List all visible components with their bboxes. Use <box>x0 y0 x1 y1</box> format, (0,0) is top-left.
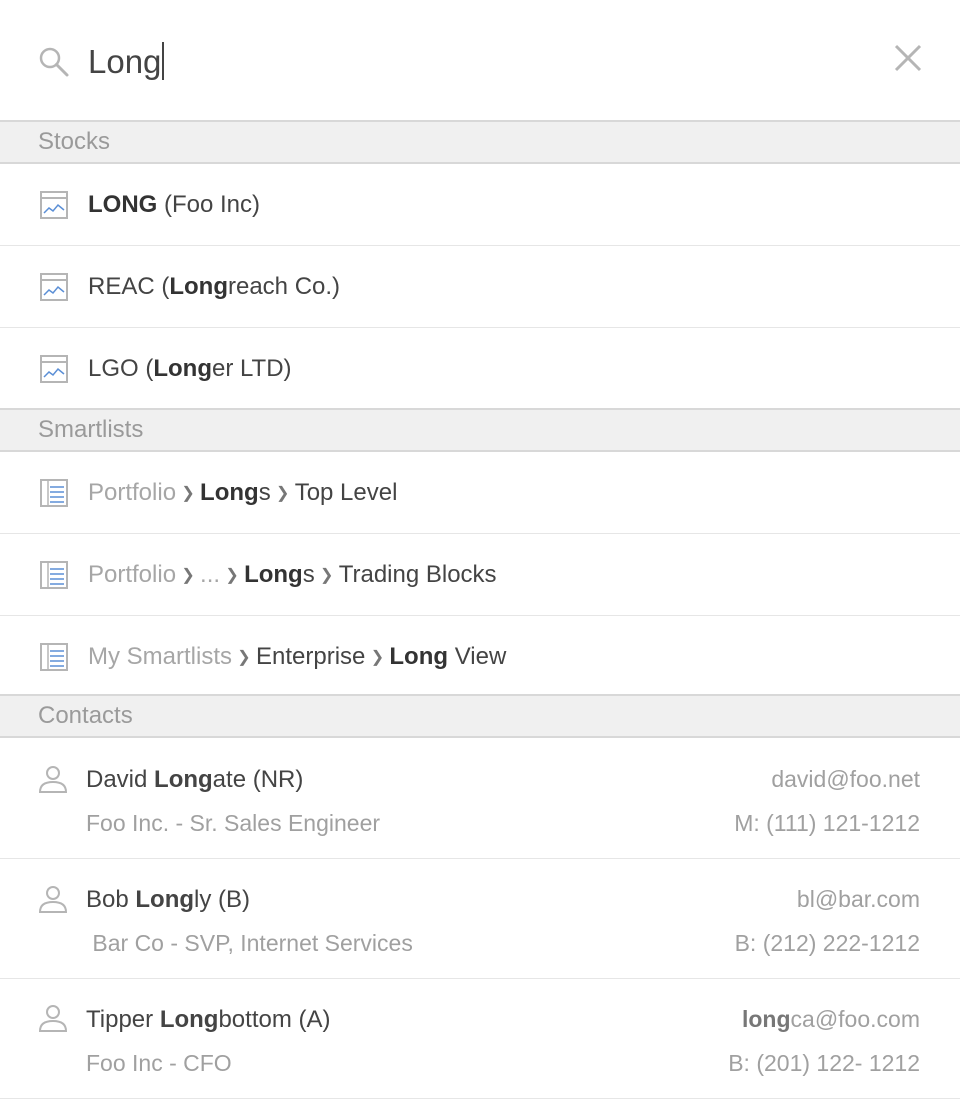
stock-label: REAC (Longreach Co.) <box>88 273 341 300</box>
smartlist-row[interactable]: Portfolio ❯... ❯ Longs ❯ Trading Blocks <box>0 534 960 616</box>
person-icon <box>38 886 68 913</box>
smartlist-row[interactable]: My Smartlists ❯ Enterprise ❯ Long View <box>0 616 960 698</box>
section-title: Contacts <box>38 702 133 729</box>
stock-row[interactable]: LGO (Longer LTD) <box>0 328 960 410</box>
stock-row[interactable]: LONG (Foo Inc) <box>0 164 960 246</box>
stock-row[interactable]: REAC (Longreach Co.) <box>0 246 960 328</box>
section-title: Stocks <box>38 128 111 155</box>
smartlist-breadcrumb: Portfolio ❯ Longs ❯ Top Level <box>88 479 398 506</box>
contact-email[interactable]: longca@foo.com <box>742 1006 920 1033</box>
contact-title: Foo Inc. - Sr. Sales Engineer <box>86 810 381 836</box>
search-icon <box>39 47 69 77</box>
contact-row[interactable]: David Longate (NR) Foo Inc. - Sr. Sales … <box>0 738 960 859</box>
chevron-right-icon: ❯ <box>275 485 290 502</box>
chevron-right-icon: ❯ <box>237 649 251 666</box>
list-icon <box>40 561 68 589</box>
chart-icon <box>40 355 68 383</box>
chevron-right-icon: ❯ <box>320 567 334 584</box>
contact-name: Tipper Longbottom (A) <box>86 1006 331 1033</box>
section-title: Smartlists <box>38 416 144 443</box>
smartlist-breadcrumb: My Smartlists ❯ Enterprise ❯ Long View <box>88 643 507 670</box>
stock-label: LONG (Foo Inc) <box>88 191 261 218</box>
chevron-right-icon: ❯ <box>181 567 195 584</box>
chevron-right-icon: ❯ <box>370 649 385 666</box>
text-caret <box>162 42 165 80</box>
chart-icon <box>40 191 68 219</box>
contact-phone[interactable]: B: (212) 222-1212 <box>735 930 920 957</box>
smartlist-breadcrumb: Portfolio ❯... ❯ Longs ❯ Trading Blocks <box>88 561 497 588</box>
contact-row[interactable]: Tipper Longbottom (A) Foo Inc - CFO long… <box>0 978 960 1099</box>
chevron-right-icon: ❯ <box>225 567 239 584</box>
smartlist-row[interactable]: Portfolio ❯ Longs ❯ Top Level <box>0 452 960 534</box>
close-icon[interactable] <box>892 42 924 74</box>
chart-icon <box>40 273 68 301</box>
stock-label: LGO (Longer LTD) <box>88 355 292 382</box>
search-bar[interactable]: Long <box>0 0 960 120</box>
contact-row[interactable]: Bob Longly (B) Bar Co - SVP, Internet Se… <box>0 858 960 979</box>
list-icon <box>40 479 68 507</box>
person-icon <box>38 766 68 793</box>
contact-phone[interactable]: M: (111) 121-1212 <box>734 810 920 837</box>
list-icon <box>40 643 68 671</box>
section-header-stocks: Stocks <box>0 120 960 164</box>
contact-phone[interactable]: B: (201) 122- 1212 <box>728 1050 920 1077</box>
contact-title: Bar Co - SVP, Internet Services <box>86 930 413 956</box>
search-input[interactable]: Long <box>88 40 165 84</box>
section-header-smartlists: Smartlists <box>0 408 960 452</box>
chevron-right-icon: ❯ <box>181 485 195 502</box>
person-icon <box>38 1005 68 1032</box>
contact-name: David Longate (NR) <box>86 766 304 793</box>
section-header-contacts: Contacts <box>0 694 960 738</box>
contact-name: Bob Longly (B) <box>86 886 251 913</box>
contact-email[interactable]: bl@bar.com <box>797 886 920 913</box>
contact-title: Foo Inc - CFO <box>86 1050 232 1076</box>
contact-email[interactable]: david@foo.net <box>771 766 920 793</box>
